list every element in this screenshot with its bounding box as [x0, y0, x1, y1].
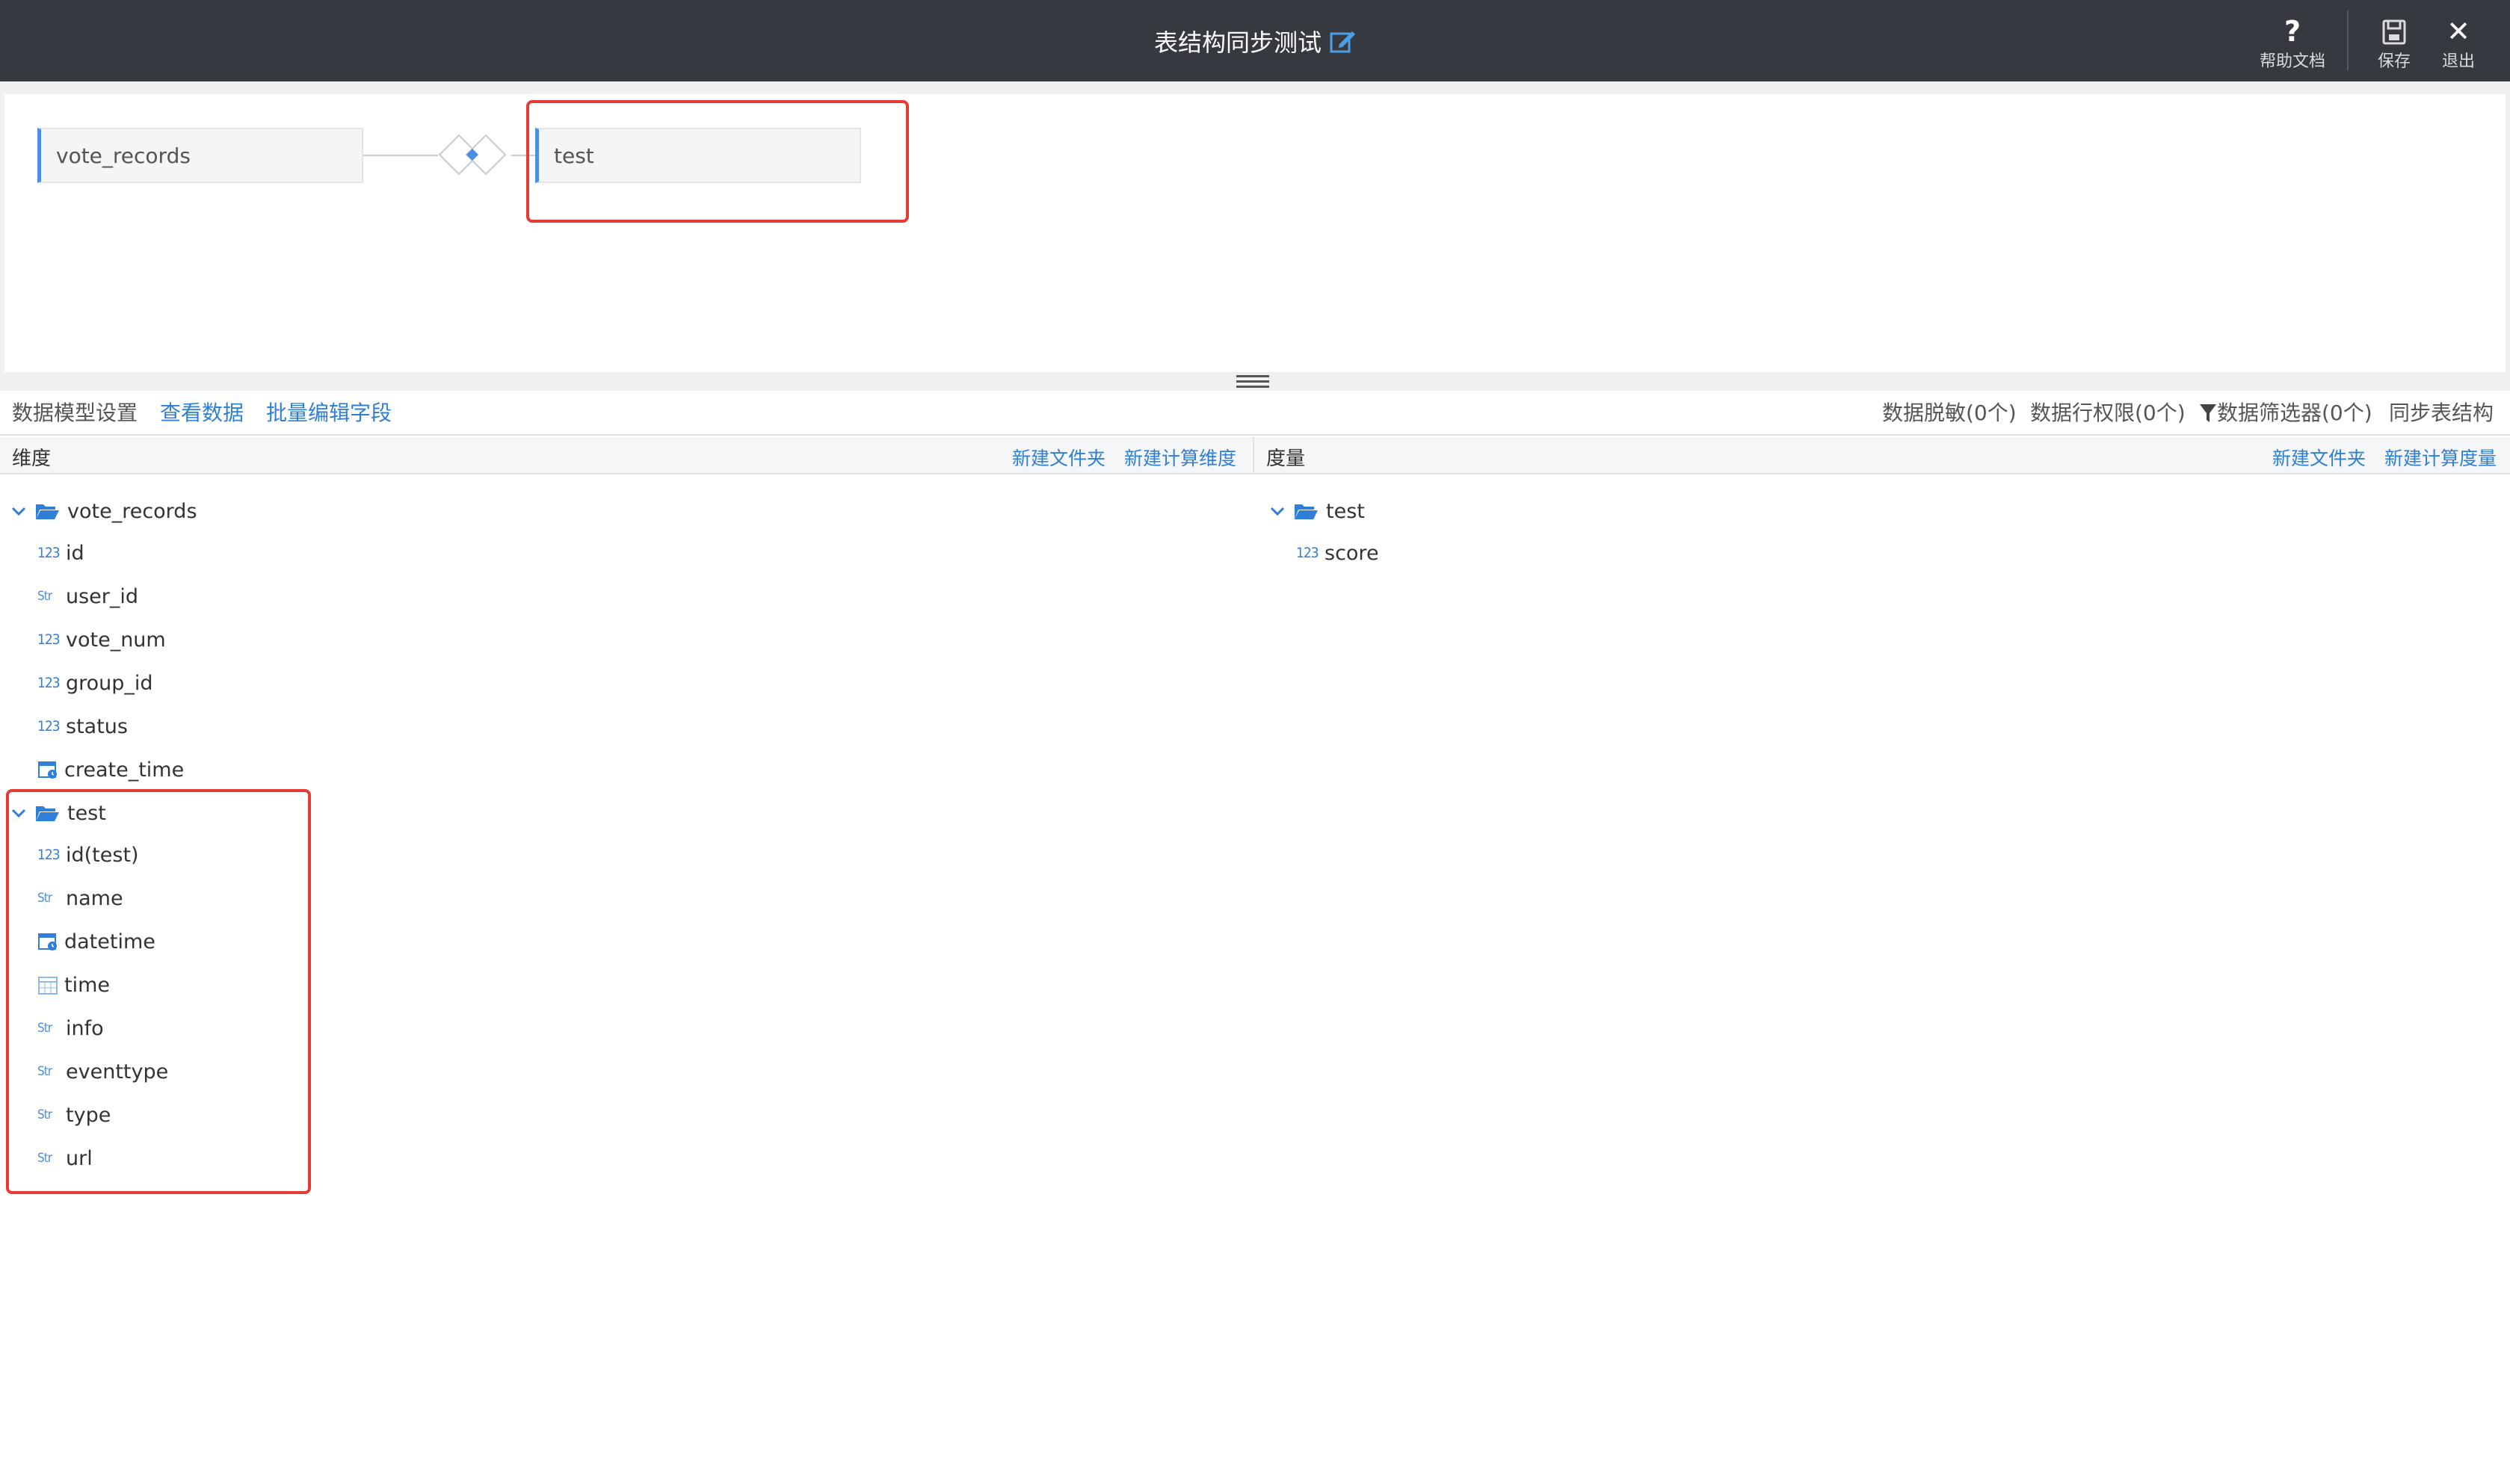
string-type-icon: Str: [37, 589, 52, 604]
join-type-icon[interactable]: [437, 132, 511, 178]
help-icon: ?: [2284, 15, 2301, 48]
highlight-box-test-table: [526, 100, 909, 223]
save-label: 保存: [2377, 52, 2411, 71]
field-row[interactable]: 123 status: [37, 711, 128, 741]
edit-icon[interactable]: [1329, 28, 1356, 55]
field-row[interactable]: Str user_id: [37, 581, 138, 611]
number-type-icon: 123: [37, 675, 61, 691]
top-bar: 表结构同步测试 ? 帮助文档 保存 ✕ 退出: [0, 0, 2510, 81]
chevron-down-icon: [11, 507, 26, 516]
dimensions-header: 维度 新建文件夹 新建计算维度: [0, 437, 1253, 474]
field-label: id: [66, 541, 84, 565]
data-masking-button[interactable]: 数据脱敏(0个): [1882, 400, 2017, 427]
field-row[interactable]: 123 vote_num: [37, 625, 166, 655]
filter-icon: [2200, 404, 2216, 422]
batch-edit-fields-link[interactable]: 批量编辑字段: [266, 400, 392, 427]
help-docs-label: 帮助文档: [2259, 52, 2325, 71]
save-icon: [2382, 19, 2406, 45]
folder-open-icon: [36, 504, 59, 519]
measure-field-row[interactable]: 123 score: [1296, 538, 1379, 568]
table-node-vote-records[interactable]: vote_records: [37, 128, 363, 183]
view-data-link[interactable]: 查看数据: [160, 400, 244, 427]
field-row[interactable]: 123 group_id: [37, 668, 153, 698]
folder-vote-records[interactable]: vote_records: [9, 496, 197, 526]
field-row[interactable]: create_time: [37, 755, 184, 785]
toolbar-divider: [2347, 10, 2349, 70]
field-label: create_time: [64, 758, 185, 782]
folder-label: vote_records: [67, 499, 197, 523]
title-area: 表结构同步测试: [0, 0, 2510, 81]
join-line-left: [363, 155, 438, 156]
new-calc-dimension-link[interactable]: 新建计算维度: [1124, 444, 1236, 471]
exit-button[interactable]: ✕ 退出: [2434, 15, 2483, 75]
data-filter-label: 数据筛选器(0个): [2217, 401, 2372, 425]
model-toolbar: 数据模型设置 查看数据 批量编辑字段 数据脱敏(0个) 数据行权限(0个) 数据…: [0, 391, 2510, 436]
folder-open-icon: [1295, 504, 1318, 519]
field-label: vote_num: [66, 628, 166, 652]
field-row[interactable]: 123 id: [37, 538, 84, 568]
field-label: group_id: [66, 671, 153, 695]
exit-label: 退出: [2441, 52, 2475, 71]
measures-title: 度量: [1266, 448, 1306, 470]
save-button[interactable]: 保存: [2369, 15, 2419, 75]
close-icon: ✕: [2446, 15, 2470, 48]
field-label: user_id: [66, 584, 139, 608]
measures-header: 度量 新建文件夹 新建计算度量: [1254, 437, 2510, 474]
new-folder-measure-link[interactable]: 新建文件夹: [2272, 444, 2366, 471]
datetime-type-icon: [38, 761, 57, 779]
highlight-box-test-fields: [6, 789, 311, 1194]
help-docs-button[interactable]: ? 帮助文档: [2251, 15, 2334, 75]
row-permission-button[interactable]: 数据行权限(0个): [2030, 400, 2186, 427]
field-label: status: [66, 714, 128, 738]
dimensions-title: 维度: [12, 448, 52, 470]
table-node-label: vote_records: [56, 143, 191, 168]
new-folder-dimension-link[interactable]: 新建文件夹: [1012, 444, 1106, 471]
model-settings-label: 数据模型设置: [12, 401, 138, 425]
join-canvas: [4, 94, 2506, 372]
number-type-icon: 123: [37, 718, 61, 735]
chevron-down-icon: [1270, 507, 1285, 516]
page-title: 表结构同步测试: [1153, 28, 1322, 57]
new-calc-measure-link[interactable]: 新建计算度量: [2384, 444, 2497, 471]
panel-resize-handle[interactable]: [1235, 372, 1271, 390]
number-type-icon: 123: [1296, 545, 1319, 561]
number-type-icon: 123: [37, 545, 61, 561]
number-type-icon: 123: [37, 631, 61, 648]
folder-test-measures[interactable]: test: [1268, 496, 1365, 526]
sync-table-structure-button[interactable]: 同步表结构: [2389, 400, 2494, 427]
folder-label: test: [1326, 499, 1365, 523]
data-filter-button[interactable]: 数据筛选器(0个): [2199, 400, 2372, 427]
field-label: score: [1325, 541, 1379, 565]
